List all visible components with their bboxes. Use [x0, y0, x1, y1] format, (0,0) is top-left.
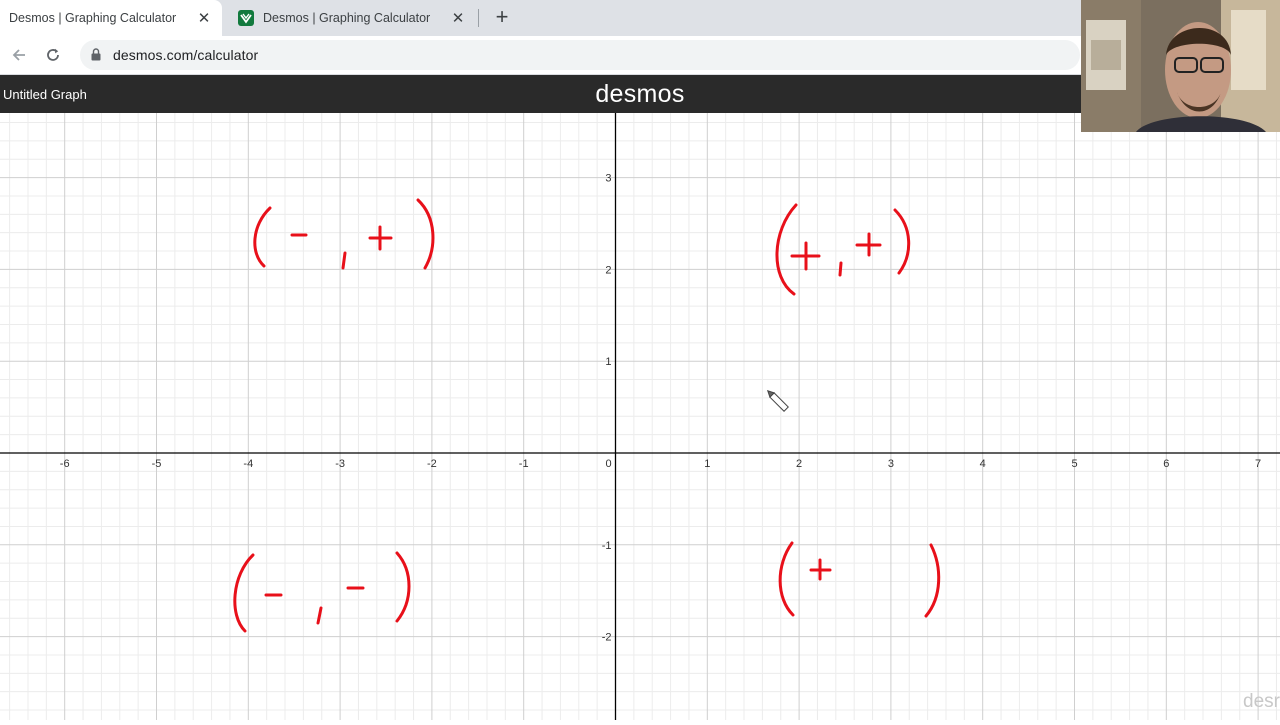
x-tick-label: 1: [704, 458, 710, 470]
x-tick-label: 4: [980, 458, 986, 470]
pencil-cursor-icon: [766, 389, 789, 412]
x-tick-label: 7: [1255, 458, 1261, 470]
webcam-overlay: [1081, 0, 1280, 132]
lock-icon: [91, 48, 101, 66]
quadrant-i-annotation: [775, 203, 911, 296]
close-icon[interactable]: ✕: [446, 9, 470, 27]
graph-canvas[interactable]: -6 -5 -4 -3 -2 -1 0 1 2 3 4 5 6 7 3 2 1 -1 -2: [0, 113, 1280, 720]
graph-paper[interactable]: -6 -5 -4 -3 -2 -1 0 1 2 3 4 5 6 7 3 2 1 -1 -2: [0, 113, 1280, 720]
close-icon[interactable]: ✕: [192, 9, 216, 27]
tab-title: Desmos | Graphing Calculator: [9, 11, 177, 25]
address-bar[interactable]: desmos.com/calculator: [80, 40, 1080, 70]
quadrant-iv-annotation: [778, 541, 941, 618]
back-arrow-icon[interactable]: [8, 44, 30, 66]
webcam-image: [1081, 0, 1280, 132]
x-tick-label: 5: [1071, 458, 1077, 470]
tab-title: Desmos | Graphing Calculator: [263, 11, 431, 25]
x-tick-label: 6: [1163, 458, 1169, 470]
desmos-watermark: desr: [1243, 691, 1280, 712]
x-tick-label: -4: [243, 458, 253, 470]
y-tick-label: -1: [602, 540, 612, 552]
minor-grid: [0, 113, 1280, 720]
reload-icon[interactable]: [42, 44, 64, 66]
desmos-favicon-icon: [238, 10, 254, 26]
x-tick-label: -2: [427, 458, 437, 470]
new-tab-button[interactable]: +: [490, 5, 514, 29]
tab-separator: [478, 9, 479, 27]
y-tick-label: 1: [605, 356, 611, 368]
x-tick-label: 3: [888, 458, 894, 470]
x-tick-label: -1: [519, 458, 529, 470]
x-tick-label: -6: [60, 458, 70, 470]
x-tick-label: -5: [152, 458, 162, 470]
quadrant-ii-annotation: [253, 198, 435, 270]
y-tick-label: 2: [605, 264, 611, 276]
x-tick-label: 0: [605, 458, 611, 470]
y-tick-label: 3: [605, 173, 611, 185]
y-tick-labels: 3 2 1 -1 -2: [602, 173, 612, 644]
x-tick-label: -3: [335, 458, 345, 470]
y-tick-label: -2: [602, 632, 612, 644]
tab-desmos-inactive[interactable]: Desmos | Graphing Calculator ✕: [230, 0, 476, 36]
x-tick-label: 2: [796, 458, 802, 470]
x-tick-labels: -6 -5 -4 -3 -2 -1 0 1 2 3 4 5 6 7: [60, 458, 1261, 470]
tab-desmos-active[interactable]: Desmos | Graphing Calculator ✕: [0, 0, 222, 36]
url-text: desmos.com/calculator: [113, 47, 259, 63]
